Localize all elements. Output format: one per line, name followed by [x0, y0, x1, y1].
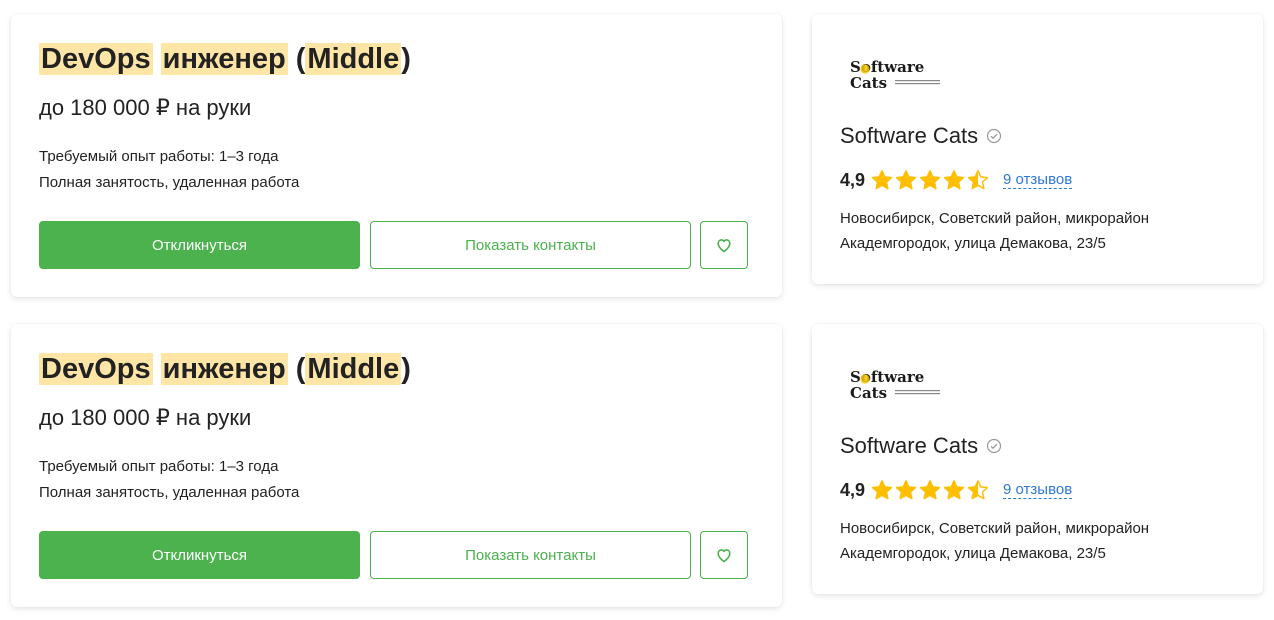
vacancy-meta: Требуемый опыт работы: 1–3 года Полная з…: [39, 144, 299, 196]
star-icon: [919, 169, 941, 191]
company-card[interactable]: Software Cats Software Cats 4,9 9 отзыво…: [812, 324, 1263, 594]
company-name[interactable]: Software Cats: [840, 122, 1002, 150]
reviews-link[interactable]: 9 отзывов: [1003, 481, 1073, 499]
vacancy-row-1: DevOps инженер (Middle) до 180 000 ₽ на …: [0, 0, 1274, 310]
star-icon: [919, 479, 941, 501]
star-icon: [943, 479, 965, 501]
verified-icon: [987, 128, 1002, 144]
company-card[interactable]: Software Cats Software Cats 4,9 9 отзыво…: [812, 14, 1263, 284]
rating-stars: [871, 169, 989, 191]
star-icon: [943, 169, 965, 191]
show-contacts-button[interactable]: Показать контакты: [370, 531, 691, 579]
company-name[interactable]: Software Cats: [840, 432, 1002, 460]
verified-icon: [987, 438, 1002, 454]
employment-text: Полная занятость, удаленная работа: [39, 174, 300, 191]
heart-icon: [717, 239, 731, 253]
salary: до 180 000 ₽ на руки: [39, 405, 252, 430]
company-logo[interactable]: Software Cats: [850, 368, 970, 402]
title-highlight: Middle: [305, 43, 402, 75]
address-line: Новосибирск, Советский район, микрорайон: [840, 520, 1150, 537]
logo-line-2: Cats: [850, 74, 887, 92]
rating-value: 4,9: [840, 169, 866, 190]
experience-text: Требуемый опыт работы: 1–3 года: [39, 458, 279, 475]
company-name-text[interactable]: Software Cats: [840, 122, 978, 150]
company-rating: 4,9 9 отзывов: [840, 169, 1073, 191]
vacancy-card[interactable]: DevOps инженер (Middle) до 180 000 ₽ на …: [11, 324, 782, 607]
address-line: Академгородок, улица Демакова, 23/5: [840, 235, 1106, 252]
vacancy-title[interactable]: DevOps инженер (Middle): [39, 42, 411, 76]
star-icon: [871, 479, 893, 501]
address-line: Академгородок, улица Демакова, 23/5: [840, 545, 1106, 562]
title-highlight: DevOps: [39, 353, 153, 385]
favorite-button[interactable]: [700, 221, 748, 269]
experience-text: Требуемый опыт работы: 1–3 года: [39, 148, 279, 165]
apply-button[interactable]: Откликнуться: [39, 221, 360, 269]
heart-icon: [717, 549, 731, 563]
title-highlight: инженер: [160, 43, 288, 75]
title-highlight: инженер: [160, 353, 288, 385]
title-highlight: Middle: [305, 353, 402, 385]
apply-button[interactable]: Откликнуться: [39, 531, 360, 579]
title-highlight: DevOps: [39, 43, 153, 75]
vacancy-title[interactable]: DevOps инженер (Middle): [39, 352, 411, 386]
star-icon: [967, 479, 989, 501]
company-logo[interactable]: Software Cats: [850, 58, 970, 92]
salary: до 180 000 ₽ на руки: [39, 95, 252, 120]
logo-line-2: Cats: [850, 384, 887, 402]
company-address: Новосибирск, Советский район, микрорайон…: [840, 516, 1240, 566]
vacancy-row-2: DevOps инженер (Middle) до 180 000 ₽ на …: [0, 310, 1274, 620]
company-rating: 4,9 9 отзывов: [840, 479, 1073, 501]
company-name-text[interactable]: Software Cats: [840, 432, 978, 460]
address-line: Новосибирск, Советский район, микрорайон: [840, 210, 1150, 227]
star-icon: [895, 169, 917, 191]
favorite-button[interactable]: [700, 531, 748, 579]
vacancy-card[interactable]: DevOps инженер (Middle) до 180 000 ₽ на …: [11, 14, 782, 297]
vacancy-meta: Требуемый опыт работы: 1–3 года Полная з…: [39, 454, 299, 506]
rating-value: 4,9: [840, 479, 866, 500]
star-icon: [967, 169, 989, 191]
employment-text: Полная занятость, удаленная работа: [39, 484, 300, 501]
star-icon: [895, 479, 917, 501]
company-address: Новосибирск, Советский район, микрорайон…: [840, 206, 1240, 256]
reviews-link[interactable]: 9 отзывов: [1003, 171, 1073, 189]
rating-stars: [871, 479, 989, 501]
show-contacts-button[interactable]: Показать контакты: [370, 221, 691, 269]
star-icon: [871, 169, 893, 191]
